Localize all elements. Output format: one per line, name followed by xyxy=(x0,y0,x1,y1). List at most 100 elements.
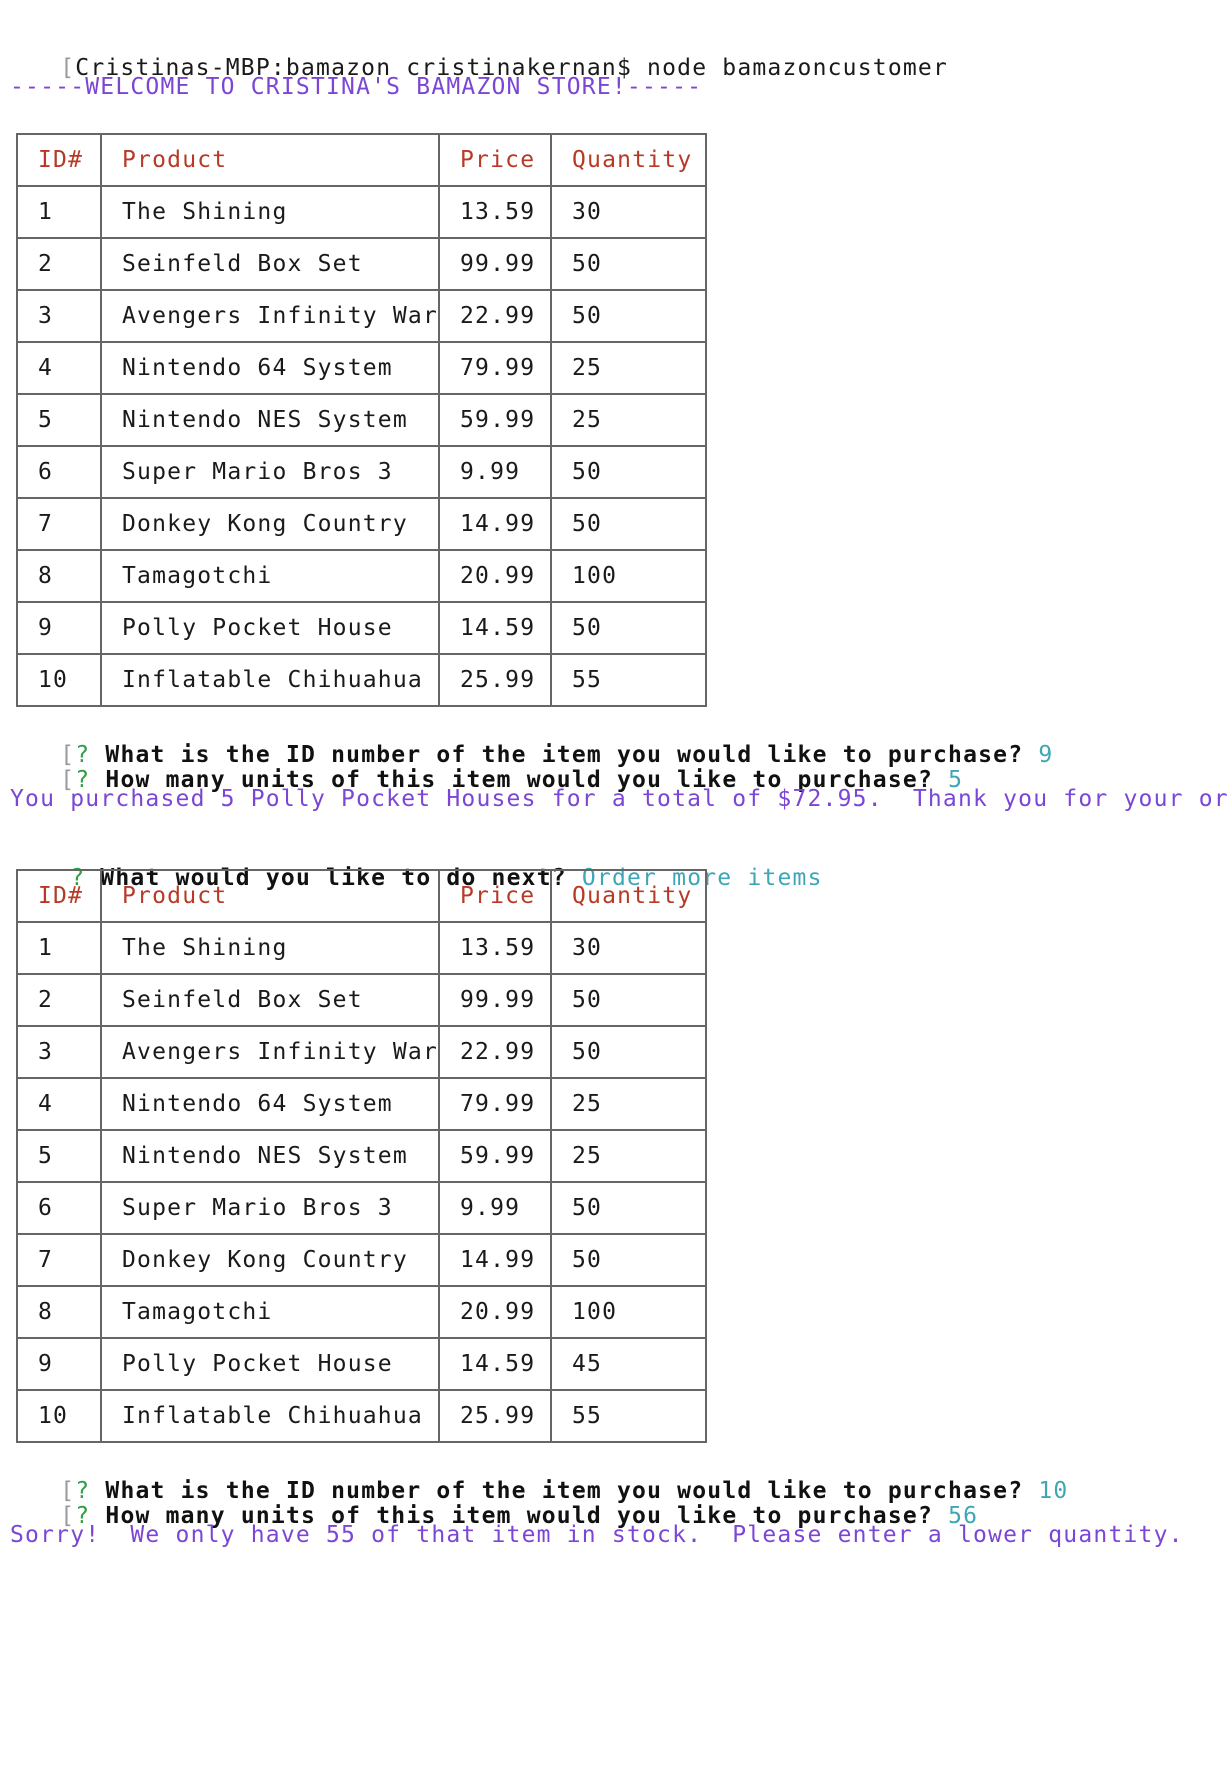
cell-id: 2 xyxy=(16,973,102,1027)
table-row: 9 Polly Pocket House 14.59 45 xyxy=(16,1337,707,1391)
table-row: 2 Seinfeld Box Set 99.99 50 xyxy=(16,973,707,1027)
cell-id: 1 xyxy=(16,185,102,239)
cell-product: Super Mario Bros 3 xyxy=(100,445,440,499)
header-product: Product xyxy=(100,133,440,187)
table-row: 5 Nintendo NES System 59.99 25 xyxy=(16,1129,707,1183)
cell-quantity: 30 xyxy=(550,185,707,239)
cell-product: Nintendo NES System xyxy=(100,1129,440,1183)
cell-price: 59.99 xyxy=(438,1129,552,1183)
table-row: 7 Donkey Kong Country 14.99 50 xyxy=(16,1233,707,1287)
cell-id: 8 xyxy=(16,549,102,603)
cell-id: 3 xyxy=(16,1025,102,1079)
cell-quantity: 25 xyxy=(550,393,707,447)
table-row: 7 Donkey Kong Country 14.99 50 xyxy=(16,497,707,551)
cell-price: 14.59 xyxy=(438,601,552,655)
table-row: 1 The Shining 13.59 30 xyxy=(16,185,707,239)
cell-product: The Shining xyxy=(100,921,440,975)
header-price: Price xyxy=(438,869,552,923)
cell-quantity: 30 xyxy=(550,921,707,975)
cell-price: 14.99 xyxy=(438,1233,552,1287)
cell-product: Avengers Infinity War xyxy=(100,1025,440,1079)
cell-quantity: 55 xyxy=(550,1389,707,1443)
prompt-units-2: [? How many units of this item would you… xyxy=(0,1471,978,1529)
cell-id: 7 xyxy=(16,497,102,551)
table-row: 8 Tamagotchi 20.99 100 xyxy=(16,549,707,603)
cell-id: 9 xyxy=(16,1337,102,1391)
cell-id: 4 xyxy=(16,1077,102,1131)
cell-quantity: 50 xyxy=(550,601,707,655)
cell-id: 6 xyxy=(16,1181,102,1235)
cell-price: 22.99 xyxy=(438,289,552,343)
cell-product: Nintendo NES System xyxy=(100,393,440,447)
table-row: 9 Polly Pocket House 14.59 50 xyxy=(16,601,707,655)
welcome-banner: -----WELCOME TO CRISTINA'S BAMAZON STORE… xyxy=(10,74,703,100)
cell-price: 20.99 xyxy=(438,1285,552,1339)
cell-product: Avengers Infinity War xyxy=(100,289,440,343)
cell-id: 6 xyxy=(16,445,102,499)
cell-id: 7 xyxy=(16,1233,102,1287)
cell-product: Polly Pocket House xyxy=(100,601,440,655)
cell-quantity: 25 xyxy=(550,1129,707,1183)
cell-price: 14.99 xyxy=(438,497,552,551)
cell-price: 79.99 xyxy=(438,341,552,395)
cell-id: 3 xyxy=(16,289,102,343)
command-line: [Cristinas-MBP:bamazon cristinakernan$ n… xyxy=(0,23,948,81)
cell-price: 59.99 xyxy=(438,393,552,447)
header-id: ID# xyxy=(16,133,102,187)
cell-price: 25.99 xyxy=(438,1389,552,1443)
cell-price: 79.99 xyxy=(438,1077,552,1131)
stock-error-message: Sorry! We only have 55 of that item in s… xyxy=(10,1522,1184,1548)
prompt-answer[interactable]: 9 xyxy=(1038,742,1053,768)
cell-id: 1 xyxy=(16,921,102,975)
cell-id: 10 xyxy=(16,1389,102,1443)
header-price: Price xyxy=(438,133,552,187)
table-row: 5 Nintendo NES System 59.99 25 xyxy=(16,393,707,447)
table-row: 2 Seinfeld Box Set 99.99 50 xyxy=(16,237,707,291)
cell-id: 5 xyxy=(16,393,102,447)
purchase-confirmation: You purchased 5 Polly Pocket Houses for … xyxy=(10,786,1228,812)
cell-product: Seinfeld Box Set xyxy=(100,973,440,1027)
cell-quantity: 50 xyxy=(550,237,707,291)
cell-price: 13.59 xyxy=(438,185,552,239)
cell-id: 8 xyxy=(16,1285,102,1339)
prompt-units-1: [? How many units of this item would you… xyxy=(0,735,963,793)
cell-product: Inflatable Chihuahua xyxy=(100,1389,440,1443)
table-row: 1 The Shining 13.59 30 xyxy=(16,921,707,975)
header-id: ID# xyxy=(16,869,102,923)
cell-price: 25.99 xyxy=(438,653,552,707)
cell-quantity: 50 xyxy=(550,1181,707,1235)
table-row: 6 Super Mario Bros 3 9.99 50 xyxy=(16,1181,707,1235)
table-row: 4 Nintendo 64 System 79.99 25 xyxy=(16,1077,707,1131)
header-quantity: Quantity xyxy=(550,133,707,187)
cell-quantity: 100 xyxy=(550,549,707,603)
cell-quantity: 100 xyxy=(550,1285,707,1339)
cell-price: 22.99 xyxy=(438,1025,552,1079)
cell-price: 99.99 xyxy=(438,237,552,291)
table-row: 8 Tamagotchi 20.99 100 xyxy=(16,1285,707,1339)
cell-product: Nintendo 64 System xyxy=(100,1077,440,1131)
cell-quantity: 55 xyxy=(550,653,707,707)
table-header-row: ID# Product Price Quantity xyxy=(16,133,707,187)
cell-id: 5 xyxy=(16,1129,102,1183)
cell-product: Polly Pocket House xyxy=(100,1337,440,1391)
cell-product: Tamagotchi xyxy=(100,1285,440,1339)
cell-product: Super Mario Bros 3 xyxy=(100,1181,440,1235)
table-row: 3 Avengers Infinity War 22.99 50 xyxy=(16,289,707,343)
prompt-answer[interactable]: 10 xyxy=(1038,1478,1068,1504)
cell-quantity: 45 xyxy=(550,1337,707,1391)
cell-id: 4 xyxy=(16,341,102,395)
table-row: 10 Inflatable Chihuahua 25.99 55 xyxy=(16,1389,707,1443)
header-quantity: Quantity xyxy=(550,869,707,923)
cell-quantity: 50 xyxy=(550,1025,707,1079)
cell-product: Seinfeld Box Set xyxy=(100,237,440,291)
cell-product: Inflatable Chihuahua xyxy=(100,653,440,707)
inventory-table-1: ID# Product Price Quantity 1 The Shining… xyxy=(16,133,707,707)
terminal-window[interactable]: [Cristinas-MBP:bamazon cristinakernan$ n… xyxy=(0,0,1228,1790)
cell-id: 2 xyxy=(16,237,102,291)
cell-quantity: 50 xyxy=(550,1233,707,1287)
cell-price: 20.99 xyxy=(438,549,552,603)
cell-quantity: 25 xyxy=(550,1077,707,1131)
table-header-row: ID# Product Price Quantity xyxy=(16,869,707,923)
cell-id: 10 xyxy=(16,653,102,707)
cell-quantity: 50 xyxy=(550,445,707,499)
